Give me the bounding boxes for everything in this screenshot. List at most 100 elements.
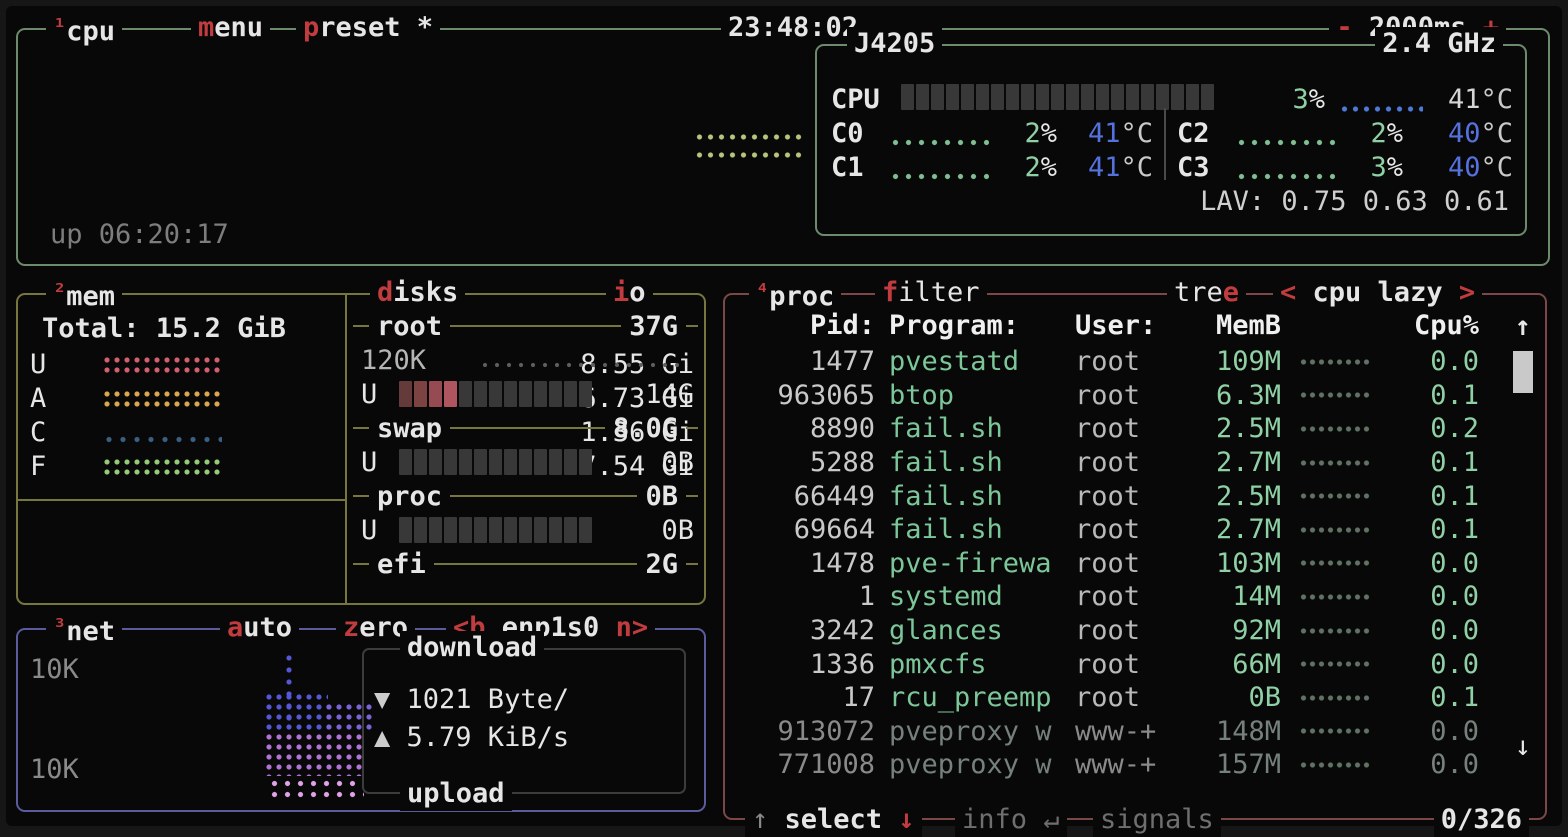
core-c0-pct: 2% <box>997 118 1057 149</box>
proc-row[interactable]: 1478 pve-firewa root 103M 0.0 <box>725 547 1501 581</box>
proc-pid: 66449 <box>735 481 875 512</box>
header-pid[interactable]: Pid: <box>735 310 875 341</box>
proc-pid: 963065 <box>735 380 875 411</box>
select-up-icon[interactable]: ↑ <box>752 804 768 835</box>
proc-row[interactable]: 5288 fail.sh root 2.7M 0.1 <box>725 446 1501 480</box>
proc-program: fail.sh <box>889 413 1061 444</box>
proc-program: pmxcfs <box>889 649 1061 680</box>
proc-row[interactable]: 963065 btop root 6.3M 0.1 <box>725 379 1501 413</box>
interval-minus-button[interactable]: - <box>1336 12 1352 43</box>
proc-row[interactable]: 3242 glances root 92M 0.0 <box>725 614 1501 648</box>
header-cpu[interactable]: Cpu% <box>1389 310 1479 341</box>
sort-next-button[interactable]: > <box>1459 277 1475 308</box>
proc-row[interactable]: 1 systemd root 14M 0.0 <box>725 580 1501 614</box>
disk-proc-name: proc <box>369 481 450 512</box>
proc-pid: 3242 <box>735 615 875 646</box>
tree-toggle[interactable]: tree <box>1167 276 1246 310</box>
proc-program: systemd <box>889 581 1061 612</box>
proc-cpu-pct: 0.1 <box>1389 514 1479 545</box>
proc-cpu-pct: 0.0 <box>1389 649 1479 680</box>
core-c3-label: C3 <box>1177 152 1210 183</box>
mem-title-label: mem <box>66 281 115 312</box>
proc-user: root <box>1075 380 1167 411</box>
proc-cpu-graph-dots <box>1295 489 1375 503</box>
sort-selector[interactable]: < cpu lazy > <box>1273 276 1482 310</box>
mem-panel-title[interactable]: ²mem <box>46 276 122 310</box>
net-hotkey: ³ <box>53 615 66 640</box>
proc-row[interactable]: 1336 pmxcfs root 66M 0.0 <box>725 647 1501 681</box>
net-auto-toggle[interactable]: auto <box>220 611 299 645</box>
proc-user: root <box>1075 481 1167 512</box>
core-c2-graph-dots <box>1235 138 1335 147</box>
proc-row[interactable]: 913072 pveproxy w www-+ 148M 0.0 <box>725 715 1501 749</box>
cpu-total-meter <box>901 84 1214 110</box>
core-c2-pct: 2% <box>1343 118 1403 149</box>
disk-proc-meter <box>399 517 592 543</box>
signals-label: signals <box>1100 804 1214 835</box>
proc-cpu-pct: 0.0 <box>1389 548 1479 579</box>
header-user[interactable]: User: <box>1075 310 1167 341</box>
preset-label: reset * <box>319 12 433 43</box>
select-down-icon[interactable]: ↓ <box>898 804 914 835</box>
scroll-up-icon[interactable]: ↑ <box>1515 311 1531 342</box>
proc-row[interactable]: 66449 fail.sh root 2.5M 0.1 <box>725 479 1501 513</box>
proc-user: root <box>1075 615 1167 646</box>
iface-next-button[interactable]: n> <box>616 612 649 643</box>
cpu-total-pct: 3% <box>1247 84 1325 115</box>
proc-row[interactable]: 771008 pveproxy w www-+ 157M 0.0 <box>725 748 1501 782</box>
download-arrow-icon: ▼ <box>374 684 390 715</box>
proc-cpu-graph-dots <box>1295 388 1375 402</box>
proc-cpu-pct: 0.0 <box>1389 615 1479 646</box>
proc-user: www-+ <box>1075 716 1167 747</box>
proc-mem: 92M <box>1181 615 1281 646</box>
mem-section-divider <box>18 499 345 501</box>
proc-panel-title[interactable]: ⁴proc <box>749 276 841 310</box>
uptime: up 06:20:17 <box>50 219 229 250</box>
cpu-frequency: 2.4 GHz <box>1375 27 1503 61</box>
upload-arrow-icon: ▲ <box>374 722 390 753</box>
disk-proc-used-row: U 0B <box>361 513 694 547</box>
filter-label: ilter <box>898 277 979 308</box>
core-c1-label: C1 <box>831 152 864 183</box>
proc-row[interactable]: 17 rcu_preemp root 0B 0.1 <box>725 681 1501 715</box>
core-c0-temp: 41°C <box>1065 118 1153 149</box>
scroll-down-icon[interactable]: ↓ <box>1515 731 1531 762</box>
proc-mem: 109M <box>1181 346 1281 377</box>
disk-root-used-value: 14G <box>592 379 694 410</box>
auto-label: uto <box>243 612 292 643</box>
disk-swap-name: swap <box>369 413 450 444</box>
proc-cpu-graph-dots <box>1295 691 1375 705</box>
cpu-panel-title[interactable]: ¹cpu <box>46 11 122 45</box>
proc-pid: 771008 <box>735 749 875 780</box>
header-memb[interactable]: MemB <box>1181 310 1281 341</box>
proc-table-body: 1477 pvestatd root 109M 0.0 963065 btop … <box>725 345 1501 782</box>
scrollbar-thumb[interactable] <box>1513 351 1533 393</box>
upload-label: upload <box>400 777 512 811</box>
proc-row[interactable]: 1477 pvestatd root 109M 0.0 <box>725 345 1501 379</box>
proc-table-header: Pid: Program: User: MemB Cpu% <box>725 309 1501 343</box>
net-upload-dots-2 <box>268 778 364 800</box>
net-panel-title[interactable]: ³net <box>46 611 122 645</box>
zero-hotkey: z <box>343 612 359 643</box>
load-average: LAV: 0.75 0.63 0.61 <box>1200 186 1509 217</box>
cpu-panel: ¹cpu menu preset * 23:48:02 - 2000ms + u… <box>16 28 1550 266</box>
disk-proc-size: 0B <box>637 481 686 512</box>
proc-pid: 1 <box>735 581 875 612</box>
proc-cpu-graph-dots <box>1295 657 1375 671</box>
sort-prev-button[interactable]: < <box>1280 277 1296 308</box>
proc-pid: 1336 <box>735 649 875 680</box>
filter-button[interactable]: filter <box>875 276 987 310</box>
mem-panel: ²mem disks io Total: 15.2 GiB U 8.55 Gi … <box>16 293 706 605</box>
proc-cpu-pct: 0.2 <box>1389 413 1479 444</box>
menu-button[interactable]: menu <box>191 11 270 45</box>
proc-cpu-graph-dots <box>1295 724 1375 738</box>
cpu-total-label: CPU <box>831 84 880 115</box>
header-program[interactable]: Program: <box>889 310 1061 341</box>
proc-cpu-graph-dots <box>1295 355 1375 369</box>
proc-program: btop <box>889 380 1061 411</box>
proc-row[interactable]: 69664 fail.sh root 2.7M 0.1 <box>725 513 1501 547</box>
preset-button[interactable]: preset * <box>296 11 440 45</box>
proc-row[interactable]: 8890 fail.sh root 2.5M 0.2 <box>725 412 1501 446</box>
proc-mem: 2.7M <box>1181 514 1281 545</box>
disk-efi-header: efi2G <box>353 547 698 581</box>
